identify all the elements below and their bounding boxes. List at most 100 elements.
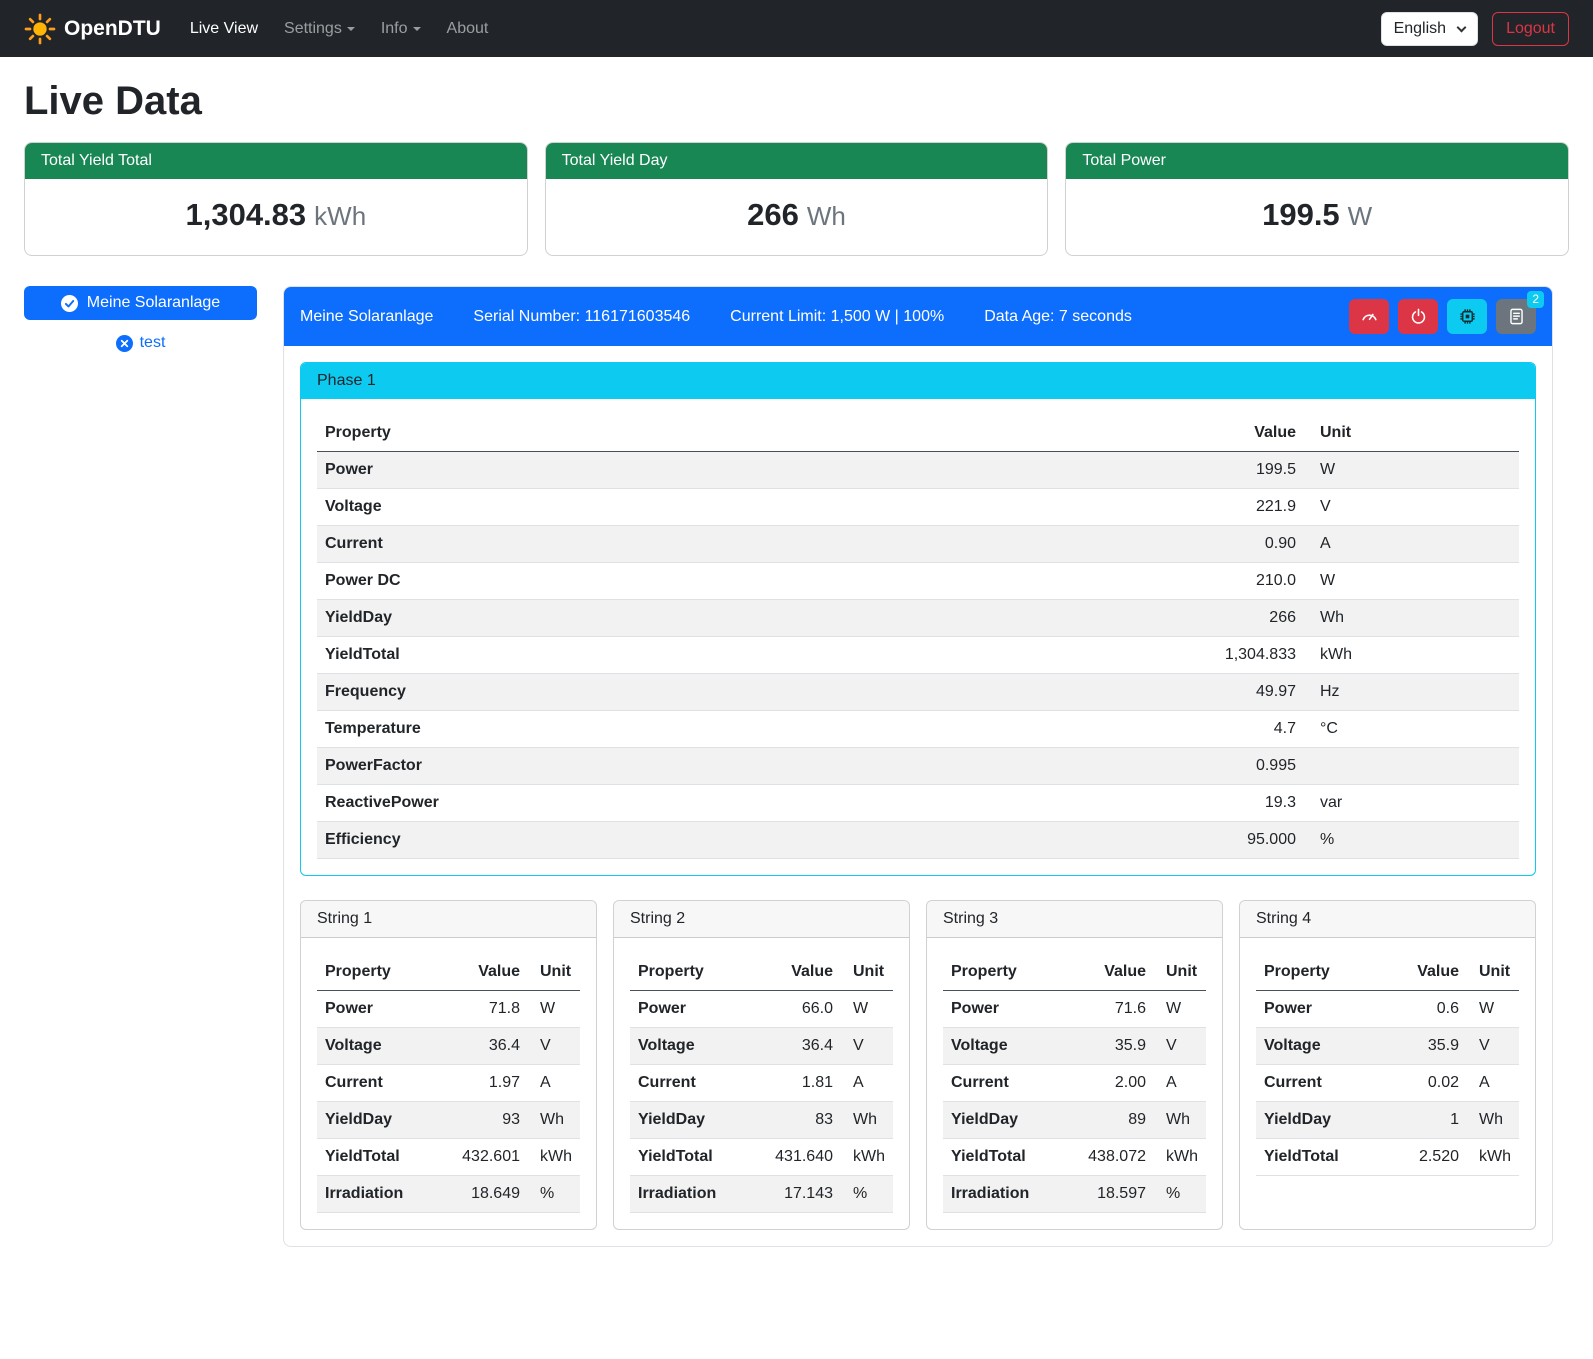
table-header-row: Property Value Unit (630, 954, 893, 991)
event-log-button[interactable]: 2 (1496, 299, 1536, 334)
cell-value: 432.601 (450, 1139, 528, 1176)
nav-item-live-view[interactable]: Live View (177, 12, 271, 46)
cell-property: ReactivePower (317, 785, 1174, 822)
table-row: Irradiation17.143% (630, 1176, 893, 1213)
brand[interactable]: OpenDTU (24, 13, 161, 45)
card-value: 199.5 (1262, 197, 1340, 232)
cell-unit: kWh (1154, 1139, 1206, 1176)
table-row: Voltage35.9V (1256, 1028, 1519, 1065)
table-row: YieldTotal1,304.833kWh (317, 637, 1519, 674)
check-circle-icon (61, 295, 78, 312)
cell-unit: W (841, 991, 893, 1028)
cpu-icon (1458, 307, 1477, 326)
column-header-unit: Unit (528, 954, 580, 991)
string-card-body: Property Value Unit Power66.0WVoltage36.… (614, 938, 909, 1229)
cell-property: Current (1256, 1065, 1389, 1102)
table-row: Current2.00A (943, 1065, 1206, 1102)
column-header-unit: Unit (841, 954, 893, 991)
cell-unit: A (1154, 1065, 1206, 1102)
cell-property: PowerFactor (317, 748, 1174, 785)
card-unit: W (1348, 201, 1373, 231)
cell-unit: V (528, 1028, 580, 1065)
cell-unit: % (528, 1176, 580, 1213)
table-body: Power71.6WVoltage35.9VCurrent2.00AYieldD… (943, 991, 1206, 1213)
nav-item-label: About (447, 20, 489, 37)
string-table: Property Value Unit Power71.8WVoltage36.… (317, 954, 580, 1213)
inverter-select-button[interactable]: Meine Solaranlage (24, 286, 257, 320)
cell-property: Voltage (630, 1028, 763, 1065)
cell-property: YieldDay (1256, 1102, 1389, 1139)
cell-value: 210.0 (1174, 563, 1304, 600)
nav-item-about[interactable]: About (434, 12, 502, 46)
nav-item-settings[interactable]: Settings (271, 12, 368, 46)
power-button[interactable] (1398, 299, 1438, 334)
string-title: String 1 (301, 901, 596, 938)
cell-unit: Wh (1467, 1102, 1519, 1139)
column-header-unit: Unit (1304, 415, 1519, 452)
nav-item-label: Settings (284, 20, 342, 37)
string-table: Property Value Unit Power66.0WVoltage36.… (630, 954, 893, 1213)
table-row: Power66.0W (630, 991, 893, 1028)
cell-property: YieldDay (317, 1102, 450, 1139)
nav-item-label: Info (381, 20, 408, 37)
phase-table: Property Value Unit Power199.5WVoltage22… (317, 415, 1519, 859)
string-table: Property Value Unit Power0.6WVoltage35.9… (1256, 954, 1519, 1176)
cell-unit: W (1304, 563, 1519, 600)
brand-label: OpenDTU (64, 17, 161, 41)
cell-property: Voltage (1256, 1028, 1389, 1065)
cell-value: 95.000 (1174, 822, 1304, 859)
table-head: Property Value Unit (317, 415, 1519, 452)
phase-card-body: Property Value Unit Power199.5WVoltage22… (301, 399, 1535, 875)
table-row: YieldDay83Wh (630, 1102, 893, 1139)
table-body: Power66.0WVoltage36.4VCurrent1.81AYieldD… (630, 991, 893, 1213)
cell-property: Current (943, 1065, 1076, 1102)
table-row: YieldTotal438.072kWh (943, 1139, 1206, 1176)
string-table: Property Value Unit Power71.6WVoltage35.… (943, 954, 1206, 1213)
inverter-test-button[interactable]: test (24, 333, 257, 353)
table-row: Voltage221.9V (317, 489, 1519, 526)
string-card-body: Property Value Unit Power0.6WVoltage35.9… (1240, 938, 1535, 1192)
limit-settings-button[interactable] (1349, 299, 1389, 334)
cell-value: 36.4 (450, 1028, 528, 1065)
column-header-value: Value (1076, 954, 1154, 991)
logout-button[interactable]: Logout (1492, 12, 1569, 46)
cell-property: Power DC (317, 563, 1174, 600)
cell-property: Temperature (317, 711, 1174, 748)
table-row: Voltage35.9V (943, 1028, 1206, 1065)
cell-property: Power (630, 991, 763, 1028)
cell-value: 0.6 (1389, 991, 1467, 1028)
cell-unit: var (1304, 785, 1519, 822)
card-value-row: 266Wh (546, 179, 1048, 255)
table-header-row: Property Value Unit (317, 415, 1519, 452)
cell-property: YieldDay (943, 1102, 1076, 1139)
current-limit: Current Limit: 1,500 W | 100% (730, 308, 944, 326)
column-header-value: Value (450, 954, 528, 991)
cell-property: Power (943, 991, 1076, 1028)
cell-unit: kWh (1304, 637, 1519, 674)
cell-property: YieldDay (317, 600, 1174, 637)
table-row: Power DC210.0W (317, 563, 1519, 600)
table-row: Power71.8W (317, 991, 580, 1028)
phase-title: Phase 1 (301, 363, 1535, 399)
column-header-unit: Unit (1154, 954, 1206, 991)
cell-property: Power (317, 452, 1174, 489)
cell-value: 0.02 (1389, 1065, 1467, 1102)
total-yield-day-card: Total Yield Day 266Wh (545, 142, 1049, 256)
device-info-button[interactable] (1447, 299, 1487, 334)
cell-unit: kWh (1467, 1139, 1519, 1176)
navbar-right: English Logout (1381, 12, 1569, 46)
serial-number: Serial Number: 116171603546 (473, 308, 690, 326)
cell-unit: % (1304, 822, 1519, 859)
cell-property: Current (317, 526, 1174, 563)
column-header-property: Property (317, 954, 450, 991)
nav-item-info[interactable]: Info (368, 12, 434, 46)
cell-value: 89 (1076, 1102, 1154, 1139)
table-body: Power0.6WVoltage35.9VCurrent0.02AYieldDa… (1256, 991, 1519, 1176)
main-row: Meine Solaranlage test Meine Solaranlage… (24, 286, 1569, 1275)
nav-item-label: Live View (190, 20, 258, 37)
inverter-panel-header: Meine Solaranlage Serial Number: 1161716… (284, 287, 1552, 346)
phase-card: Phase 1 Property Value Unit Power199.5WV… (300, 362, 1536, 876)
language-select[interactable]: English (1381, 12, 1478, 46)
event-count-badge: 2 (1527, 291, 1544, 308)
cell-value: 18.649 (450, 1176, 528, 1213)
